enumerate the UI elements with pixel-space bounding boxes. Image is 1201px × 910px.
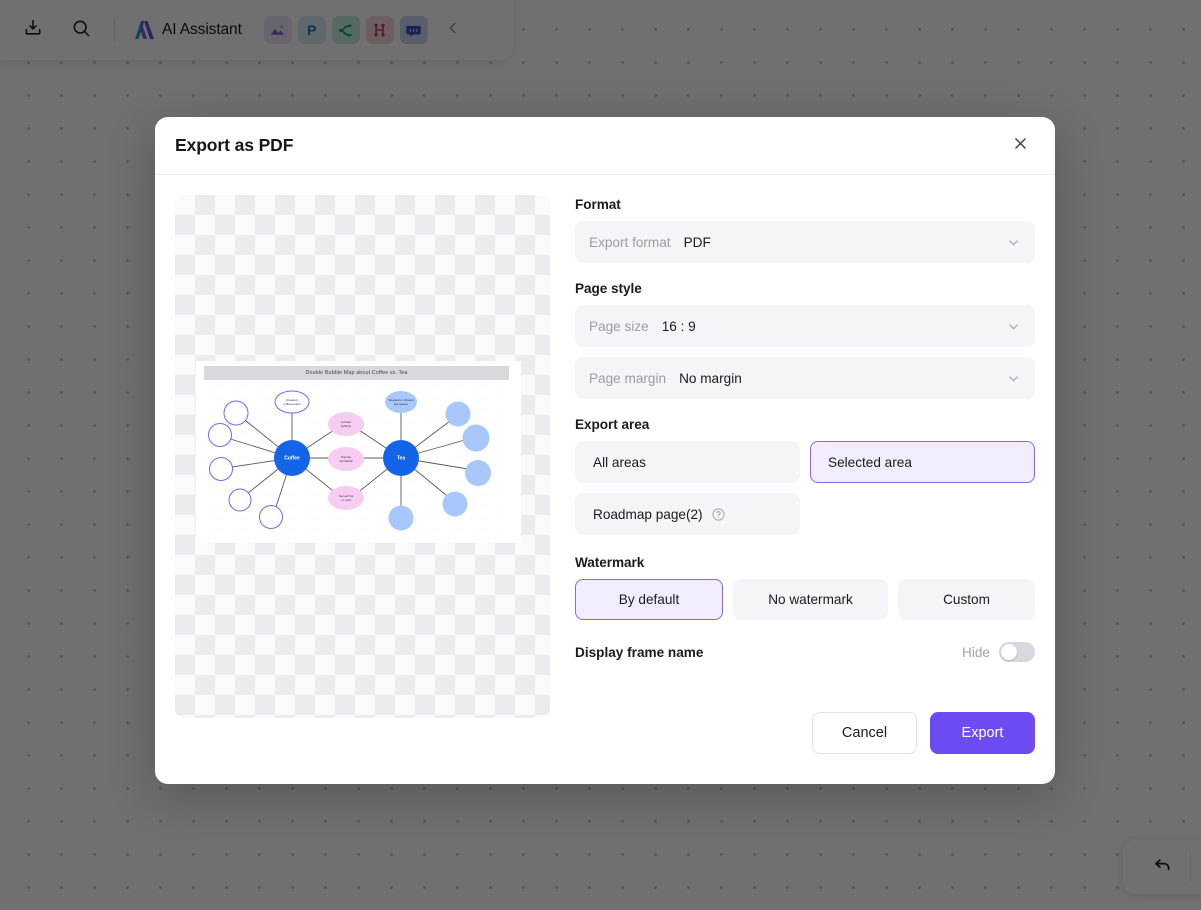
page-margin-key: Page margin bbox=[589, 370, 667, 386]
watermark-by-default-label: By default bbox=[618, 592, 680, 607]
help-circle-icon[interactable] bbox=[711, 507, 726, 522]
watermark-option-custom[interactable]: Custom bbox=[898, 579, 1035, 620]
export-area-options-row-1: All areas Selected area bbox=[575, 441, 1035, 483]
export-area-all-areas-label: All areas bbox=[593, 454, 646, 470]
watermark-option-no-watermark[interactable]: No watermark bbox=[733, 579, 888, 620]
watermark-custom-label: Custom bbox=[943, 592, 990, 607]
chevron-down-icon bbox=[1006, 319, 1021, 334]
display-frame-name-control: Hide bbox=[962, 642, 1035, 662]
preview-sheet-title-bar: Double Bubble Map about Coffee vs. Tea bbox=[204, 366, 509, 380]
format-section-label: Format bbox=[575, 197, 621, 212]
export-area-selected-area-label: Selected area bbox=[828, 454, 912, 470]
page-size-key: Page size bbox=[589, 318, 649, 334]
dialog-header: Export as PDF bbox=[155, 117, 1055, 175]
svg-text:or cold: or cold bbox=[341, 498, 350, 502]
export-area-roadmap-page-label: Roadmap page(2) bbox=[593, 506, 703, 522]
export-format-value: PDF bbox=[683, 234, 711, 250]
page-margin-select[interactable]: Page margin No margin bbox=[575, 357, 1035, 399]
svg-text:worldwide: worldwide bbox=[339, 459, 353, 463]
display-frame-name-label: Display frame name bbox=[575, 644, 704, 660]
page-size-select[interactable]: Page size 16 : 9 bbox=[575, 305, 1035, 347]
svg-text:caffeine: caffeine bbox=[341, 424, 352, 428]
svg-text:tea leaves: tea leaves bbox=[394, 402, 408, 406]
preview-sheet-title: Double Bubble Map about Coffee vs. Tea bbox=[305, 370, 408, 376]
export-format-select[interactable]: Export format PDF bbox=[575, 221, 1035, 263]
export-format-key: Export format bbox=[589, 234, 671, 250]
chevron-down-icon bbox=[1006, 235, 1021, 250]
preview-diagram: Roasted coffee beans Contain caffeine Po… bbox=[204, 380, 509, 535]
export-area-option-selected-area[interactable]: Selected area bbox=[810, 441, 1035, 483]
display-frame-name-row: Display frame name Hide bbox=[575, 642, 1035, 662]
page-title: Export as PDF bbox=[175, 135, 294, 155]
export-preview: Double Bubble Map about Coffee vs. Tea R… bbox=[175, 195, 550, 718]
chevron-down-icon bbox=[1006, 371, 1021, 386]
display-frame-name-hide-label: Hide bbox=[962, 644, 990, 660]
export-area-section-label: Export area bbox=[575, 417, 650, 432]
preview-sheet: Double Bubble Map about Coffee vs. Tea R… bbox=[196, 361, 521, 543]
svg-text:Coffee: Coffee bbox=[284, 456, 300, 462]
toggle-knob bbox=[1001, 644, 1017, 660]
watermark-no-watermark-label: No watermark bbox=[768, 592, 853, 607]
export-area-option-roadmap-page[interactable]: Roadmap page(2) bbox=[575, 493, 800, 535]
page-style-section-label: Page style bbox=[575, 281, 642, 296]
cancel-button[interactable]: Cancel bbox=[812, 712, 917, 754]
svg-text:coffee beans: coffee beans bbox=[283, 402, 301, 406]
watermark-options: By default No watermark Custom bbox=[575, 579, 1035, 620]
page-margin-value: No margin bbox=[679, 370, 742, 386]
page-size-value: 16 : 9 bbox=[661, 318, 696, 334]
export-area-options-row-2: Roadmap page(2) bbox=[575, 493, 1035, 535]
close-button[interactable] bbox=[1005, 131, 1035, 161]
watermark-option-by-default[interactable]: By default bbox=[575, 579, 723, 620]
export-dialog: Export as PDF Double Bubble Map about Co… bbox=[155, 117, 1055, 784]
export-button[interactable]: Export bbox=[930, 712, 1035, 754]
display-frame-name-toggle[interactable] bbox=[999, 642, 1035, 662]
watermark-section-label: Watermark bbox=[575, 555, 645, 570]
dialog-body: Double Bubble Map about Coffee vs. Tea R… bbox=[155, 175, 1055, 718]
export-area-option-all-areas[interactable]: All areas bbox=[575, 441, 800, 483]
export-settings: Format Export format PDF Page style Page… bbox=[575, 195, 1035, 696]
close-icon bbox=[1012, 135, 1029, 157]
svg-text:Tea: Tea bbox=[397, 456, 405, 462]
